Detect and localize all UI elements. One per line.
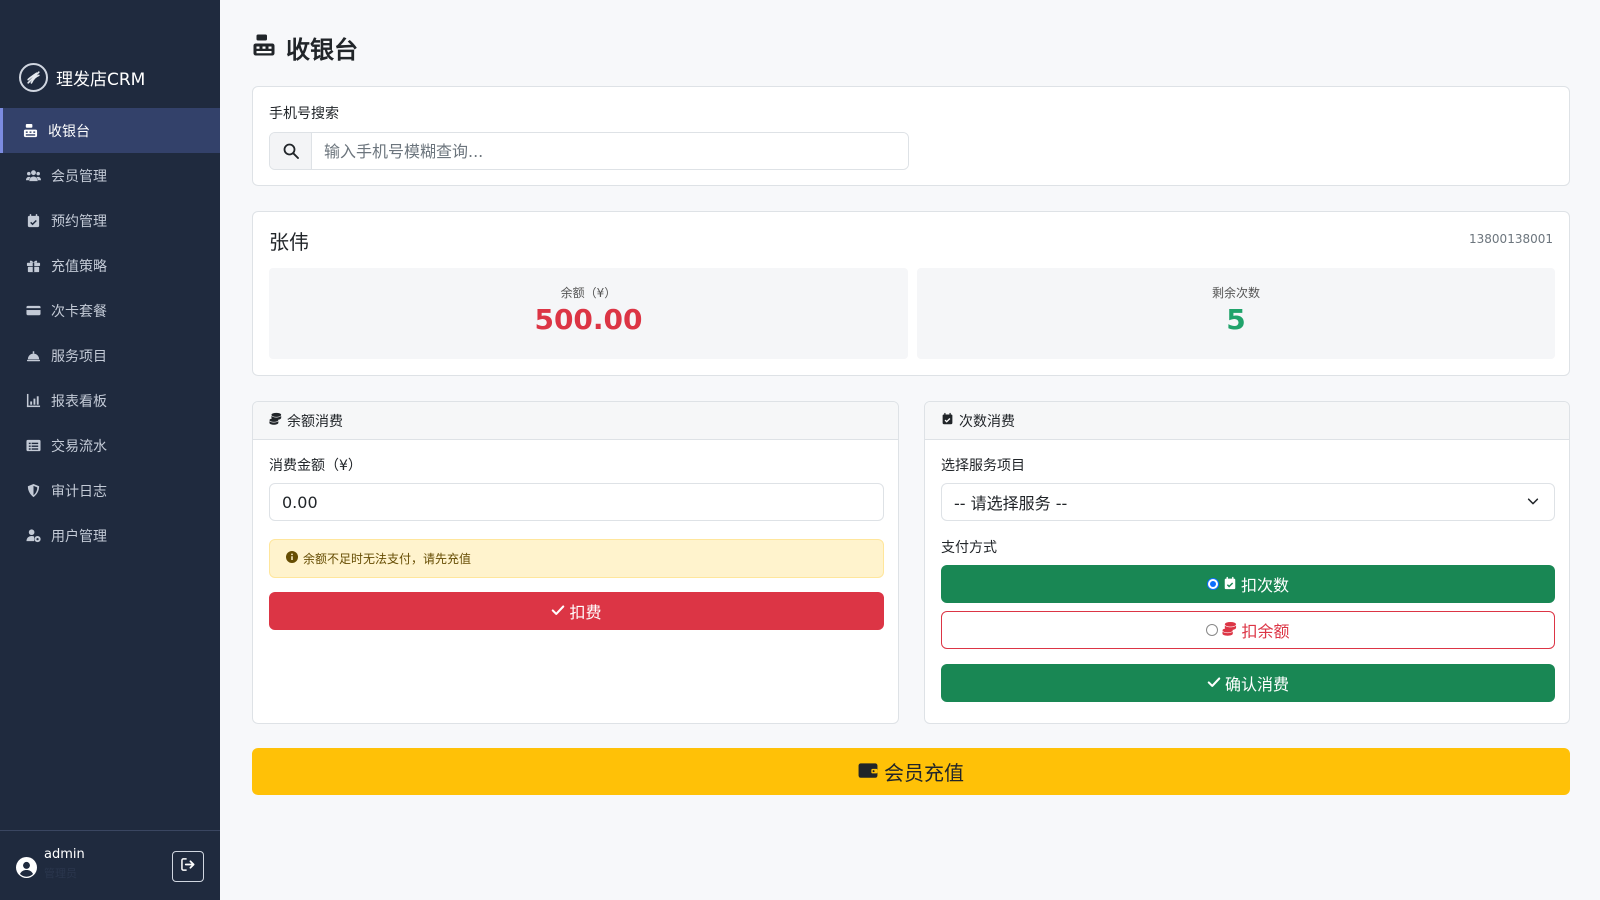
sidebar-item-label: 次卡套餐 (51, 303, 107, 320)
balance-label: 余额（¥） (560, 286, 617, 300)
member-recharge-button[interactable]: 会员充值 (252, 748, 1570, 795)
times-payment-title: 次数消费 (959, 413, 1015, 430)
balance-value: 500.00 (534, 303, 643, 336)
sidebar-item-services[interactable]: 服务项目 (0, 333, 220, 378)
member-name: 张伟 (269, 230, 309, 254)
times-label: 剩余次数 (1211, 286, 1260, 300)
user-name: admin (44, 847, 85, 862)
chevron-down-icon (1526, 493, 1540, 512)
sidebar-item-recharge-policy[interactable]: 充值策略 (0, 243, 220, 288)
method-times-label: 扣次数 (1240, 576, 1289, 595)
bell-service-icon (24, 348, 42, 364)
user-role: 管理员 (44, 867, 77, 880)
page-title-text: 收银台 (286, 36, 358, 64)
times-value: 5 (1226, 303, 1246, 336)
member-phone: 13800138001 (1469, 232, 1553, 246)
sidebar-item-label: 预约管理 (51, 213, 107, 230)
brand[interactable]: 理发店CRM (19, 62, 145, 92)
page-title: 收银台 (252, 30, 358, 65)
service-select-value: -- 请选择服务 -- (954, 494, 1068, 513)
phone-search-input[interactable] (312, 133, 908, 169)
amount-input[interactable]: 0.00 (269, 483, 884, 521)
sidebar-item-users[interactable]: 用户管理 (0, 513, 220, 558)
logout-button[interactable] (172, 851, 204, 882)
logout-icon (180, 857, 196, 876)
sidebar-item-label: 用户管理 (51, 528, 107, 545)
search-group (269, 132, 909, 170)
balance-payment-header: 余额消费 (253, 402, 898, 440)
deduct-button[interactable]: 扣费 (269, 592, 884, 630)
cash-register-icon (21, 123, 39, 139)
sidebar-item-label: 交易流水 (51, 438, 107, 455)
sidebar-footer: admin 管理员 (0, 830, 220, 900)
sidebar-item-label: 审计日志 (51, 483, 107, 500)
balance-payment-card: 余额消费 消费金额（¥） 0.00 余额不足时无法支付，请先充值 扣费 (252, 401, 899, 724)
method-balance-label: 扣余额 (1241, 622, 1290, 641)
cash-register-icon (252, 33, 276, 63)
method-times-radio[interactable] (1206, 578, 1219, 590)
check-icon (551, 602, 565, 621)
payment-method-label: 支付方式 (941, 540, 997, 556)
coins-icon (269, 412, 282, 429)
shield-icon (24, 483, 42, 499)
balance-payment-title: 余额消费 (287, 413, 343, 430)
sidebar-nav: 收银台 会员管理 预约管理 充值策略 次卡套餐 服务项目 报表看板 交易流水 审… (0, 108, 220, 558)
gift-icon (24, 258, 42, 274)
balance-stat: 余额（¥） 500.00 (269, 268, 908, 359)
times-payment-card: 次数消费 选择服务项目 -- 请选择服务 -- 支付方式 扣次数 扣余额 确认消… (924, 401, 1570, 724)
sidebar: 理发店CRM 收银台 会员管理 预约管理 充值策略 次卡套餐 服务项目 报表看板… (0, 0, 220, 900)
sidebar-item-cashier[interactable]: 收银台 (0, 108, 220, 153)
balance-warning-alert: 余额不足时无法支付，请先充值 (269, 539, 884, 578)
users-icon (24, 168, 42, 184)
method-times-option[interactable]: 扣次数 (941, 565, 1555, 603)
search-card: 手机号搜索 (252, 86, 1570, 186)
amount-label: 消费金额（¥） (269, 458, 362, 474)
check-icon (1207, 674, 1221, 693)
method-balance-option[interactable]: 扣余额 (941, 611, 1555, 649)
deduct-button-label: 扣费 (569, 603, 602, 622)
brand-logo-icon (19, 62, 48, 92)
user-cog-icon (24, 528, 42, 544)
sidebar-item-label: 会员管理 (51, 168, 107, 185)
calendar-check-icon (24, 213, 42, 229)
method-balance-radio[interactable] (1206, 624, 1219, 636)
search-icon (270, 133, 312, 169)
member-card: 张伟 13800138001 余额（¥） 500.00 剩余次数 5 (252, 211, 1570, 376)
brand-name: 理发店CRM (56, 69, 146, 90)
sidebar-item-audit-log[interactable]: 审计日志 (0, 468, 220, 513)
calendar-check-icon (941, 412, 954, 429)
sidebar-item-punch-card[interactable]: 次卡套餐 (0, 288, 220, 333)
coins-icon (1222, 621, 1237, 640)
list-icon (24, 438, 42, 454)
search-label: 手机号搜索 (269, 106, 339, 122)
chart-icon (24, 393, 42, 409)
sidebar-item-members[interactable]: 会员管理 (0, 153, 220, 198)
sidebar-item-appointments[interactable]: 预约管理 (0, 198, 220, 243)
service-label: 选择服务项目 (941, 458, 1025, 474)
balance-warning-text: 余额不足时无法支付，请先充值 (303, 552, 472, 566)
times-payment-header: 次数消费 (925, 402, 1569, 440)
service-select[interactable]: -- 请选择服务 -- (941, 483, 1555, 521)
info-icon (286, 551, 298, 566)
sidebar-item-transactions[interactable]: 交易流水 (0, 423, 220, 468)
card-icon (24, 303, 42, 319)
user-avatar-icon (16, 857, 37, 878)
confirm-consume-label: 确认消费 (1224, 675, 1289, 694)
confirm-consume-button[interactable]: 确认消费 (941, 664, 1555, 702)
sidebar-item-label: 服务项目 (51, 348, 107, 365)
calendar-check-icon (1223, 575, 1237, 594)
sidebar-item-label: 收银台 (48, 123, 90, 140)
sidebar-item-reports[interactable]: 报表看板 (0, 378, 220, 423)
sidebar-item-label: 报表看板 (51, 393, 107, 410)
times-stat: 剩余次数 5 (917, 268, 1555, 359)
wallet-icon (858, 760, 878, 784)
member-recharge-label: 会员充值 (884, 761, 964, 785)
sidebar-item-label: 充值策略 (51, 258, 107, 275)
